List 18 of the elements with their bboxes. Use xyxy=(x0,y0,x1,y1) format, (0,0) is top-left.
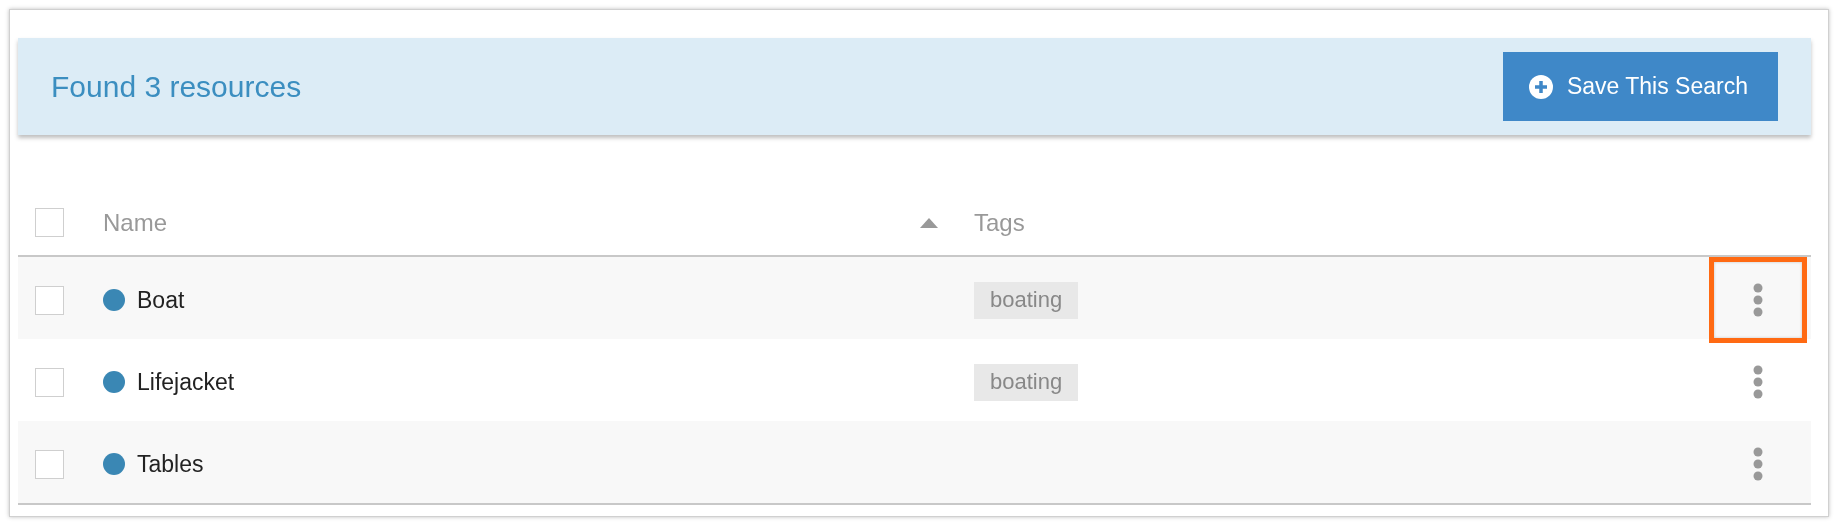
row-checkbox[interactable] xyxy=(35,367,64,397)
table-row[interactable]: Tables xyxy=(18,421,1811,503)
kebab-icon xyxy=(1753,447,1763,481)
plus-circle-icon xyxy=(1528,74,1553,99)
resource-name[interactable]: Lifejacket xyxy=(137,368,235,396)
more-options-button[interactable] xyxy=(1709,257,1807,343)
tag: boating xyxy=(974,281,1079,319)
kebab-icon xyxy=(1753,365,1763,399)
resource-name[interactable]: Boat xyxy=(137,286,185,314)
resource-name[interactable]: Tables xyxy=(137,450,204,478)
row-checkbox[interactable] xyxy=(35,449,64,479)
tag: boating xyxy=(974,363,1079,401)
results-title: Found 3 resources xyxy=(51,69,302,104)
save-search-button[interactable]: Save This Search xyxy=(1502,52,1778,121)
select-all-checkbox[interactable] xyxy=(35,208,64,237)
sort-arrow-icon[interactable] xyxy=(920,217,938,228)
row-checkbox[interactable] xyxy=(35,285,64,315)
kebab-icon xyxy=(1753,283,1763,317)
